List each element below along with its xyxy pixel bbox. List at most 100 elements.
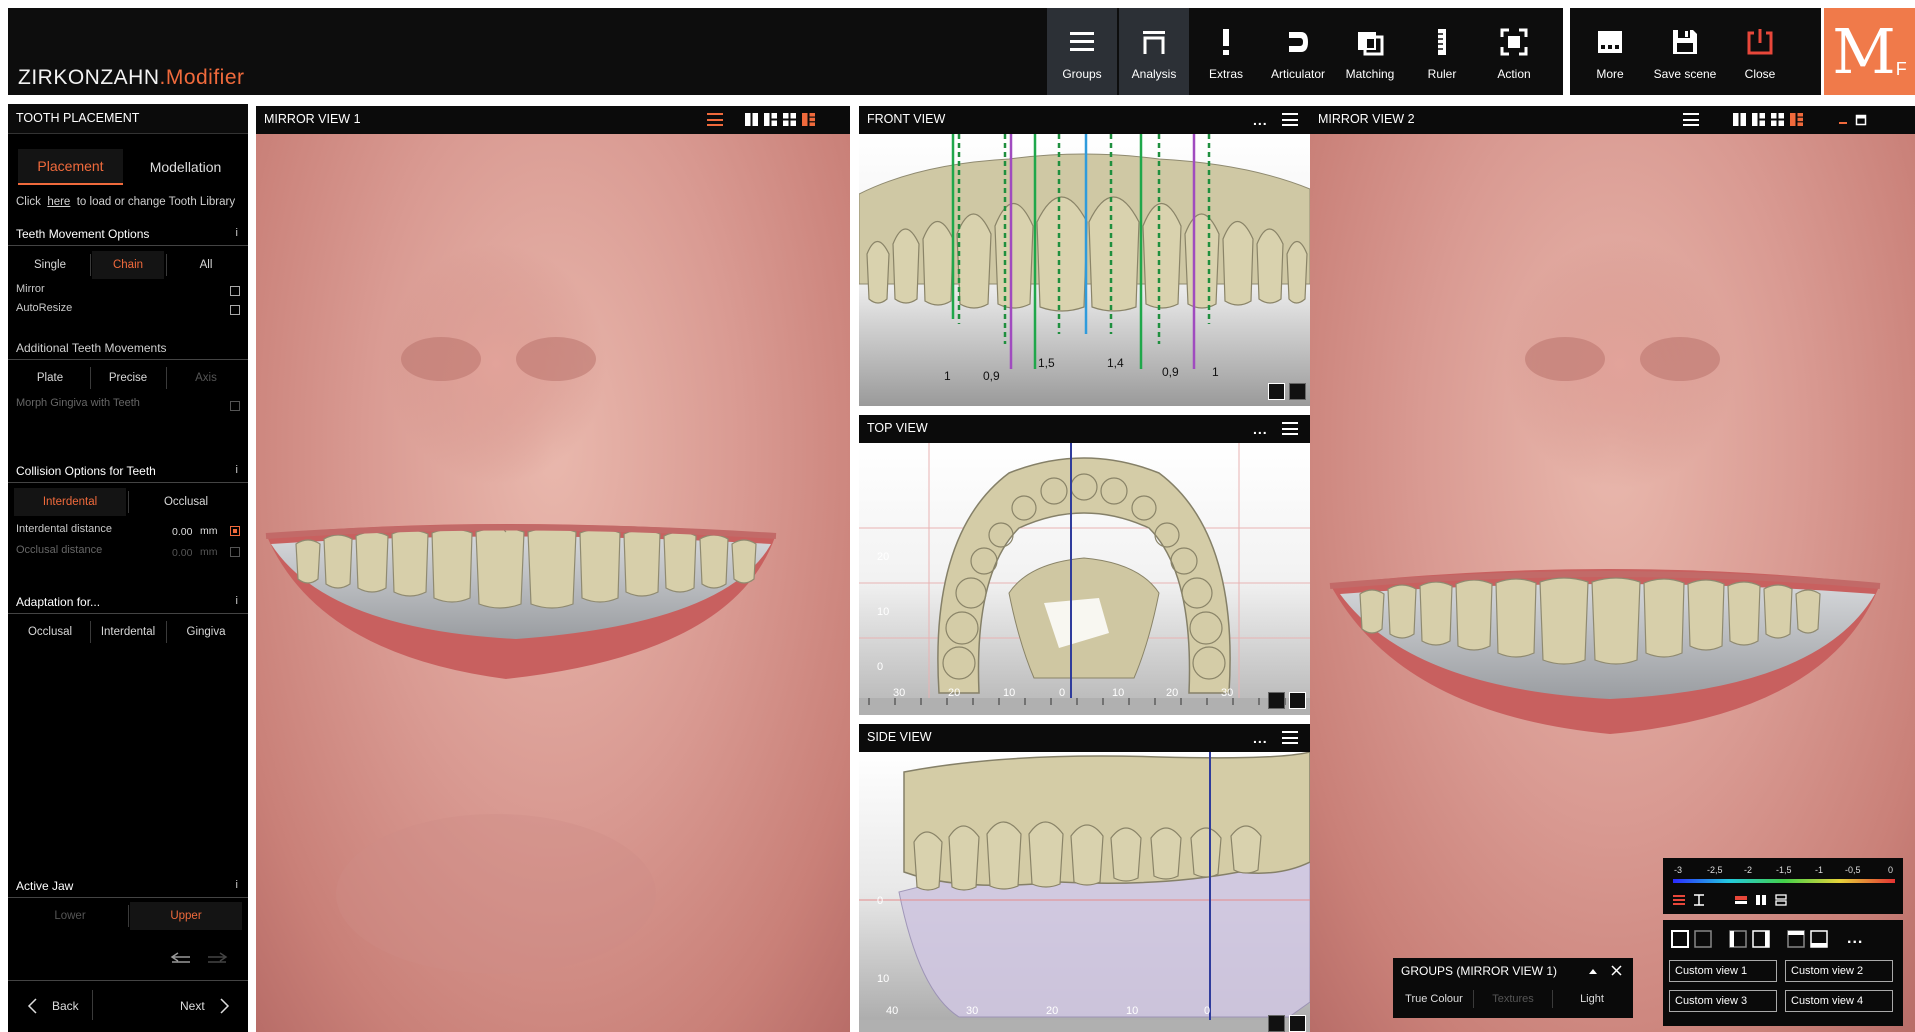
light-tab[interactable]: Light bbox=[1553, 988, 1631, 1010]
measure-label: 1 bbox=[1212, 365, 1219, 379]
menu-icon[interactable] bbox=[1281, 113, 1298, 126]
split-view-toggle[interactable] bbox=[1289, 383, 1306, 400]
view-top-panel-icon[interactable] bbox=[1787, 930, 1805, 948]
single-view-toggle[interactable] bbox=[1268, 1015, 1285, 1032]
close-button[interactable]: Close bbox=[1725, 8, 1795, 95]
minimize-icon[interactable] bbox=[1837, 114, 1849, 126]
more-button[interactable]: More bbox=[1575, 8, 1645, 95]
logo-main: M bbox=[1832, 14, 1896, 88]
more-dots-icon[interactable]: ... bbox=[1253, 731, 1268, 745]
x-tick-label: 40 bbox=[886, 1005, 898, 1017]
menu-icon[interactable] bbox=[1281, 422, 1298, 435]
view-left-panel-icon[interactable] bbox=[1729, 930, 1747, 948]
view-single-icon[interactable] bbox=[1671, 930, 1689, 948]
matching-button[interactable]: Matching bbox=[1335, 8, 1405, 95]
info-icon[interactable]: i bbox=[236, 879, 238, 891]
layout-two-column-icon[interactable] bbox=[745, 113, 758, 126]
front-view-canvas[interactable]: 1 0,9 1,5 1,4 0,9 1 bbox=[859, 134, 1310, 406]
scale-range-icon[interactable] bbox=[1693, 894, 1705, 906]
view-right-panel-icon[interactable] bbox=[1752, 930, 1770, 948]
textures-tab[interactable]: Textures bbox=[1474, 988, 1552, 1010]
articulator-button[interactable]: Articulator bbox=[1263, 8, 1333, 95]
extras-button[interactable]: Extras bbox=[1191, 8, 1261, 95]
single-view-toggle[interactable] bbox=[1268, 383, 1285, 400]
maximize-icon[interactable] bbox=[1855, 114, 1867, 126]
tab-modellation[interactable]: Modellation bbox=[133, 149, 238, 185]
adapt-occlusal[interactable]: Occlusal bbox=[12, 618, 88, 646]
occlusal-checkbox[interactable] bbox=[230, 547, 240, 557]
redo-icon[interactable] bbox=[206, 951, 228, 968]
menu-icon[interactable] bbox=[1281, 731, 1298, 744]
layout-three-pane-icon[interactable] bbox=[764, 113, 777, 126]
layout-five-pane-icon[interactable] bbox=[1790, 113, 1803, 126]
menu-icon[interactable] bbox=[707, 113, 723, 126]
single-view-toggle[interactable] bbox=[1268, 692, 1285, 709]
collision-occlusal[interactable]: Occlusal bbox=[130, 488, 242, 516]
info-icon[interactable]: i bbox=[236, 227, 238, 239]
info-icon[interactable]: i bbox=[236, 595, 238, 607]
layout-three-pane-icon[interactable] bbox=[1752, 113, 1765, 126]
scale-stack-icon[interactable] bbox=[1775, 894, 1787, 906]
movement-plate[interactable]: Plate bbox=[12, 364, 88, 392]
more-dots-icon[interactable]: ... bbox=[1847, 931, 1863, 947]
scale-list-icon[interactable] bbox=[1673, 894, 1685, 906]
scale-split-icon[interactable] bbox=[1755, 894, 1767, 906]
collision-interdental[interactable]: Interdental bbox=[14, 488, 126, 516]
autoresize-checkbox[interactable] bbox=[230, 305, 240, 315]
layout-grid-icon[interactable] bbox=[1771, 113, 1784, 126]
face-photo-left bbox=[265, 244, 777, 974]
interdental-distance-value[interactable]: 0.00 bbox=[172, 526, 192, 538]
mirror-view-1-canvas[interactable] bbox=[256, 134, 850, 1032]
morph-gingiva-checkbox[interactable] bbox=[230, 401, 240, 411]
layout-two-column-icon[interactable] bbox=[1733, 113, 1746, 126]
next-button[interactable]: Next bbox=[180, 986, 231, 1026]
action-button[interactable]: Action bbox=[1479, 8, 1549, 95]
collapse-up-icon[interactable] bbox=[1588, 967, 1598, 975]
analysis-button[interactable]: Analysis bbox=[1119, 8, 1189, 95]
movement-chain[interactable]: Chain bbox=[92, 251, 164, 279]
info-icon[interactable]: i bbox=[236, 464, 238, 476]
view-single-alt-icon[interactable] bbox=[1694, 930, 1712, 948]
movement-precise[interactable]: Precise bbox=[92, 364, 164, 392]
side-view-title: SIDE VIEW bbox=[867, 730, 932, 744]
layout-five-pane-icon[interactable] bbox=[802, 113, 815, 126]
movement-all[interactable]: All bbox=[168, 251, 244, 279]
top-view-canvas[interactable]: 20 10 0 30 20 10 0 10 20 30 bbox=[859, 443, 1310, 715]
adapt-gingiva[interactable]: Gingiva bbox=[168, 618, 244, 646]
x-tick-label: 10 bbox=[1126, 1005, 1138, 1017]
adapt-interdental[interactable]: Interdental bbox=[92, 618, 164, 646]
custom-view-2[interactable]: Custom view 2 bbox=[1785, 960, 1893, 982]
menu-icon[interactable] bbox=[1683, 113, 1699, 126]
custom-view-4[interactable]: Custom view 4 bbox=[1785, 990, 1893, 1012]
back-button[interactable]: Back bbox=[26, 986, 79, 1026]
groups-button[interactable]: Groups bbox=[1047, 8, 1117, 95]
tooth-library-link[interactable]: here bbox=[47, 196, 70, 208]
scale-mode-red-icon[interactable] bbox=[1735, 894, 1747, 906]
save-scene-button[interactable]: Save scene bbox=[1650, 8, 1720, 95]
more-label: More bbox=[1596, 67, 1624, 81]
more-dots-icon[interactable]: ... bbox=[1253, 113, 1268, 127]
y-tick-label: 0 bbox=[877, 661, 883, 673]
x-tick-label: 30 bbox=[966, 1005, 978, 1017]
tab-placement[interactable]: Placement bbox=[18, 149, 123, 185]
true-colour-tab[interactable]: True Colour bbox=[1395, 988, 1473, 1010]
split-view-toggle[interactable] bbox=[1289, 692, 1306, 709]
custom-view-1[interactable]: Custom view 1 bbox=[1669, 960, 1777, 982]
y-tick-label: 0 bbox=[877, 895, 883, 907]
custom-view-3[interactable]: Custom view 3 bbox=[1669, 990, 1777, 1012]
view-bottom-panel-icon[interactable] bbox=[1810, 930, 1828, 948]
ruler-button[interactable]: Ruler bbox=[1407, 8, 1477, 95]
more-dots-icon[interactable]: ... bbox=[1253, 422, 1268, 436]
mirror-checkbox[interactable] bbox=[230, 286, 240, 296]
close-icon[interactable] bbox=[1611, 965, 1622, 976]
jaw-lower[interactable]: Lower bbox=[14, 902, 126, 930]
undo-icon[interactable] bbox=[170, 951, 192, 968]
interdental-checkbox[interactable] bbox=[230, 526, 240, 536]
layout-grid-icon[interactable] bbox=[783, 113, 796, 126]
movement-single[interactable]: Single bbox=[12, 251, 88, 279]
split-view-toggle[interactable] bbox=[1289, 1015, 1306, 1032]
occlusal-distance-value[interactable]: 0.00 bbox=[172, 547, 192, 559]
jaw-upper[interactable]: Upper bbox=[130, 902, 242, 930]
side-view-canvas[interactable]: 0 10 40 30 20 10 0 bbox=[859, 752, 1310, 1032]
movement-axis[interactable]: Axis bbox=[168, 364, 244, 392]
